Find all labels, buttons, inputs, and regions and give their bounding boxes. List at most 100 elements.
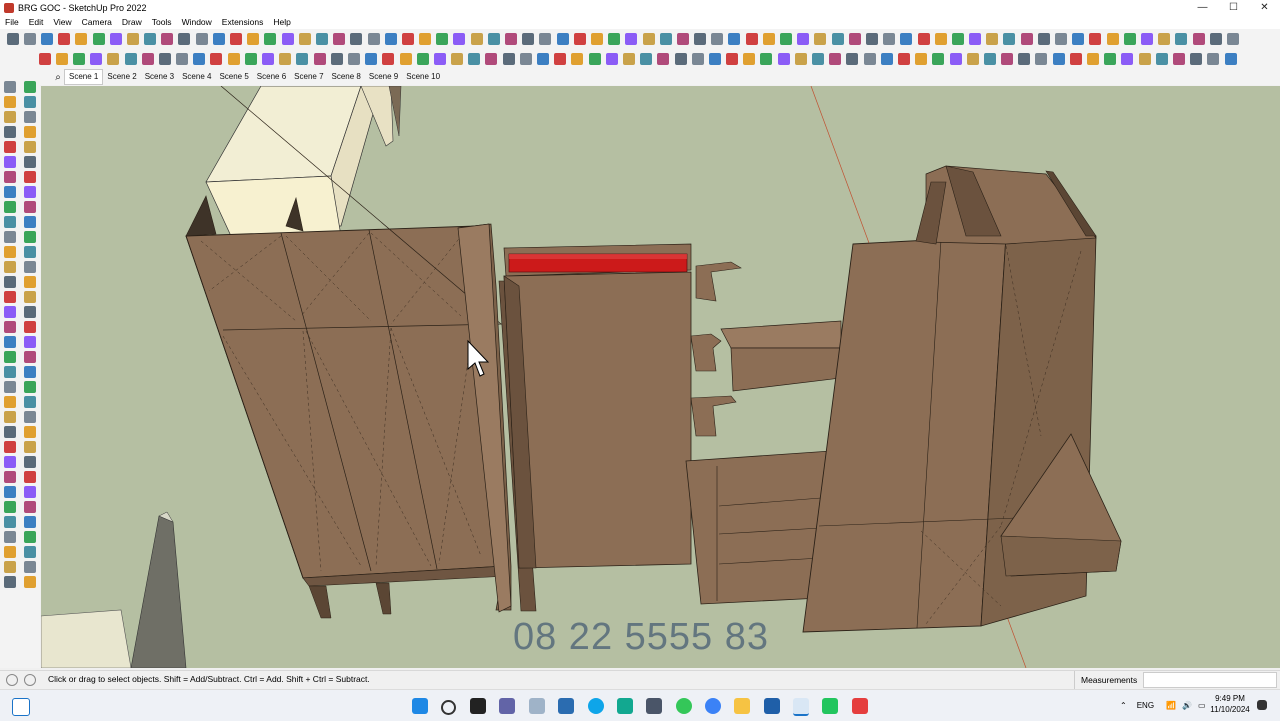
eraser-icon[interactable] — [760, 53, 773, 65]
eraser-icon[interactable] — [416, 53, 429, 65]
taskbar-clock[interactable]: 9:49 PM 11/10/2024 — [1206, 693, 1254, 715]
component-icon[interactable] — [642, 33, 655, 45]
component-icon[interactable] — [622, 53, 635, 65]
rotate-icon[interactable] — [519, 53, 532, 65]
paint-bucket-icon[interactable] — [1121, 53, 1134, 65]
line-icon[interactable] — [107, 53, 120, 65]
rectangle-icon[interactable] — [4, 486, 16, 498]
tab-scene-8[interactable]: Scene 8 — [328, 70, 365, 84]
notifications-icon[interactable] — [1257, 700, 1267, 710]
file-explorer-icon[interactable] — [734, 698, 750, 714]
orbit-icon[interactable] — [330, 53, 343, 65]
select-icon[interactable] — [743, 53, 756, 65]
eraser-icon[interactable] — [1104, 53, 1117, 65]
pan-icon[interactable] — [4, 381, 16, 393]
select-icon[interactable] — [1087, 53, 1100, 65]
group-icon[interactable] — [24, 576, 36, 588]
paint-bucket-icon[interactable] — [1140, 33, 1153, 45]
zoom-extents-icon[interactable] — [38, 53, 51, 65]
offset-icon[interactable] — [4, 561, 16, 573]
layer-icon[interactable] — [1001, 53, 1014, 65]
select-icon[interactable] — [24, 366, 36, 378]
rotate-icon[interactable] — [24, 471, 36, 483]
menu-file[interactable]: File — [0, 17, 24, 27]
eraser-icon[interactable] — [436, 33, 449, 45]
component-icon[interactable] — [986, 33, 999, 45]
line-icon[interactable] — [794, 53, 807, 65]
scale-icon[interactable] — [212, 33, 225, 45]
section-plane-icon[interactable] — [262, 53, 275, 65]
zoom-extents-icon[interactable] — [4, 411, 16, 423]
zoom-extents-icon[interactable] — [745, 33, 758, 45]
orbit-icon[interactable] — [694, 33, 707, 45]
line-icon[interactable] — [4, 171, 16, 183]
rotate-icon[interactable] — [1226, 33, 1239, 45]
zoom-icon[interactable] — [4, 396, 16, 408]
volume-icon[interactable]: 🔊 — [1182, 701, 1192, 710]
rectangle-icon[interactable] — [4, 186, 16, 198]
pan-icon[interactable] — [347, 53, 360, 65]
rotate-icon[interactable] — [195, 33, 208, 45]
rectangle-icon[interactable] — [1155, 53, 1168, 65]
text-icon[interactable] — [951, 33, 964, 45]
rectangle-icon[interactable] — [144, 33, 157, 45]
layer-icon[interactable] — [676, 33, 689, 45]
tape-measure-icon[interactable] — [24, 216, 36, 228]
scale-icon[interactable] — [4, 546, 16, 558]
measurements-input[interactable] — [1143, 672, 1277, 688]
text-icon[interactable] — [24, 531, 36, 543]
group-icon[interactable] — [640, 53, 653, 65]
paint-bucket-icon[interactable] — [4, 156, 16, 168]
rectangle-icon[interactable] — [1175, 33, 1188, 45]
text-icon[interactable] — [24, 231, 36, 243]
zoom-icon[interactable] — [4, 96, 16, 108]
select-icon[interactable] — [419, 33, 432, 45]
line-icon[interactable] — [470, 33, 483, 45]
push-pull-icon[interactable] — [1172, 53, 1185, 65]
eraser-icon[interactable] — [1123, 33, 1136, 45]
chrome-icon[interactable] — [676, 698, 692, 714]
rotate-icon[interactable] — [1207, 53, 1220, 65]
pan-icon[interactable] — [691, 53, 704, 65]
zoom-icon[interactable] — [365, 53, 378, 65]
move-icon[interactable] — [522, 33, 535, 45]
move-icon[interactable] — [4, 516, 16, 528]
section-plane-icon[interactable] — [24, 246, 36, 258]
green-app-icon[interactable] — [822, 698, 838, 714]
tape-measure-icon[interactable] — [24, 516, 36, 528]
wifi-icon[interactable]: 📶 — [1166, 701, 1176, 710]
tape-measure-icon[interactable] — [915, 53, 928, 65]
sketchup-taskbar-icon[interactable] — [793, 698, 809, 716]
layer-icon[interactable] — [4, 351, 16, 363]
section-plane-icon[interactable] — [281, 33, 294, 45]
search-icon[interactable] — [441, 700, 456, 715]
pan-icon[interactable] — [4, 81, 16, 93]
push-pull-icon[interactable] — [1192, 33, 1205, 45]
group-icon[interactable] — [315, 33, 328, 45]
section-plane-icon[interactable] — [605, 53, 618, 65]
scale-icon[interactable] — [193, 53, 206, 65]
menu-window[interactable]: Window — [177, 17, 217, 27]
orbit-icon[interactable] — [1037, 33, 1050, 45]
move-icon[interactable] — [24, 156, 36, 168]
show-desktop-icon[interactable] — [12, 698, 30, 716]
offset-icon[interactable] — [897, 53, 910, 65]
tab-scene-4[interactable]: Scene 4 — [178, 70, 215, 84]
tab-scene-2[interactable]: Scene 2 — [103, 70, 140, 84]
zalo-icon[interactable] — [705, 698, 721, 714]
eraser-icon[interactable] — [4, 141, 16, 153]
tab-scene-7[interactable]: Scene 7 — [290, 70, 327, 84]
zoom-icon[interactable] — [708, 53, 721, 65]
zoom-extents-icon[interactable] — [401, 33, 414, 45]
component-icon[interactable] — [966, 53, 979, 65]
group-icon[interactable] — [296, 53, 309, 65]
text-icon[interactable] — [932, 53, 945, 65]
group-icon[interactable] — [1003, 33, 1016, 45]
scale-icon[interactable] — [1224, 53, 1237, 65]
scale-icon[interactable] — [900, 33, 913, 45]
tab-scene-9[interactable]: Scene 9 — [365, 70, 402, 84]
offset-icon[interactable] — [24, 501, 36, 513]
zoom-extents-icon[interactable] — [382, 53, 395, 65]
menu-help[interactable]: Help — [268, 17, 295, 27]
settings-app-icon[interactable] — [617, 698, 633, 714]
